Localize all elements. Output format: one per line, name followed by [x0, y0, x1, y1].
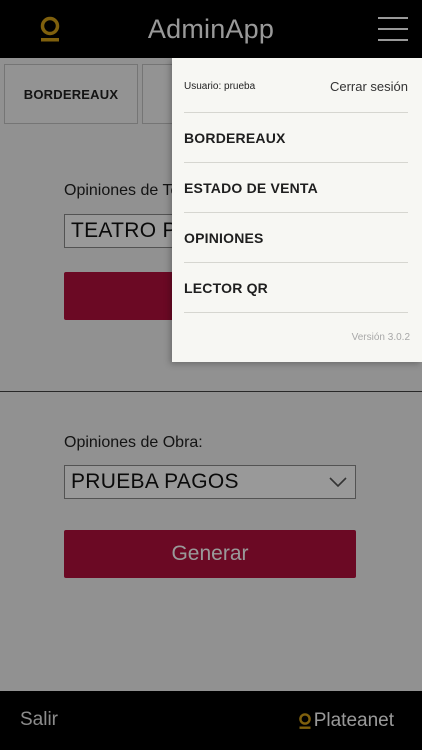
version-label: Versión 3.0.2: [351, 332, 410, 343]
menu-item-estado-de-venta[interactable]: ESTADO DE VENTA: [184, 162, 408, 212]
menu-item-lector-qr[interactable]: LECTOR QR: [184, 262, 408, 312]
menu-item-bordereaux[interactable]: BORDEREAUX: [184, 112, 408, 162]
nav-drawer: Usuario: prueba Cerrar sesión BORDEREAUX…: [172, 58, 422, 362]
user-row: Usuario: prueba Cerrar sesión: [184, 58, 408, 114]
menu-item-opiniones[interactable]: OPINIONES: [184, 212, 408, 262]
user-label: Usuario: prueba: [184, 80, 256, 92]
logout-link[interactable]: Cerrar sesión: [330, 79, 408, 94]
menu-divider: [184, 312, 408, 313]
